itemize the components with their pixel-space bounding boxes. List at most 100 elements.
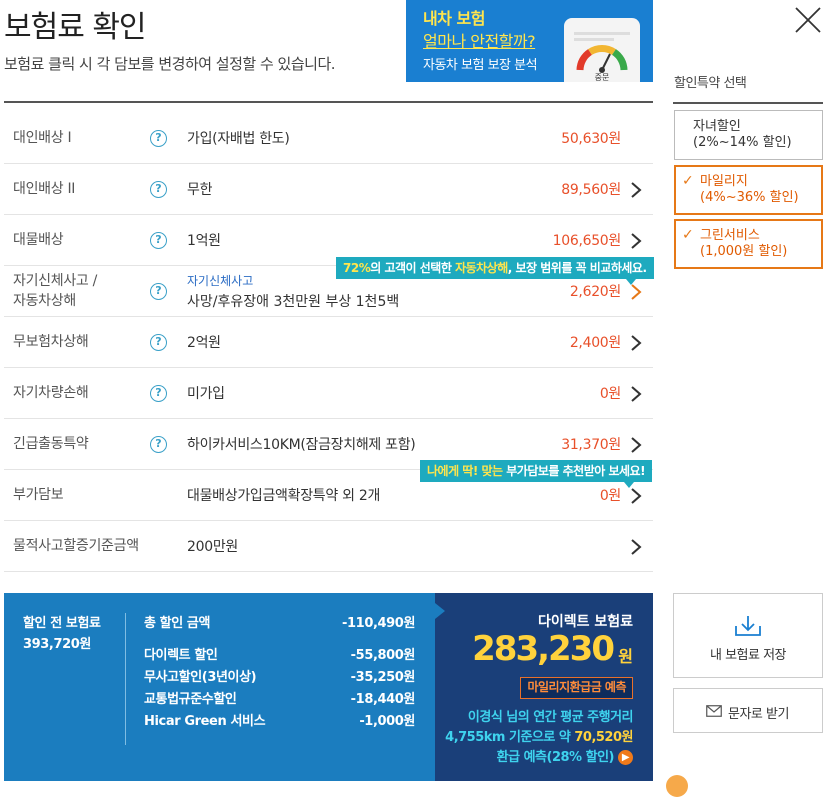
total-discount-value: -110,490원 xyxy=(342,616,415,631)
tooltip-highlight: 나에게 딱! 맞는 xyxy=(427,464,503,478)
coverage-value: 무한 xyxy=(187,182,213,198)
coverage-value: 대물배상가입금액확장특약 외 2개 xyxy=(187,488,381,504)
summary-divider xyxy=(125,613,126,745)
refund-note-line-1: 이경식 님의 연간 평균 주행거리 xyxy=(467,710,634,725)
chevron-right-icon[interactable] xyxy=(629,436,643,454)
before-discount-value: 393,720원 xyxy=(23,637,91,652)
direct-premium-panel: 다이렉트 보험료 283,230 원 마일리지환급금 예측 이경식 님의 연간 … xyxy=(435,593,653,781)
discount-option-mileage[interactable]: ✓ 마일리지 (4%~36% 할인) xyxy=(674,165,823,215)
tooltip-text: 부가담보를 추천받아 보세요! xyxy=(502,464,646,478)
discount-option-label: 그린서비스 xyxy=(700,228,760,243)
discount-item-value: -55,800원 xyxy=(350,648,416,663)
banner-line-3: 자동차 보험 보장 분석 xyxy=(423,58,538,73)
discount-item-label: 무사고할인(3년이상) xyxy=(144,670,257,685)
tooltip-highlight: 자동차상해 xyxy=(455,261,508,275)
coverage-price[interactable]: 89,560원 xyxy=(561,164,621,214)
discount-option-green[interactable]: ✓ 그린서비스 (1,000원 할인) xyxy=(674,219,823,269)
discount-item-label: Hicar Green 서비스 xyxy=(144,714,266,729)
tooltip-auto-injury: 72%의 고객이 선택한 자동차상해, 보장 범위를 꼭 비교하세요. xyxy=(336,257,654,285)
page-title: 보험료 확인 xyxy=(4,10,147,45)
coverage-category: 대물배상 xyxy=(13,232,64,248)
check-icon: ✓ xyxy=(682,227,694,243)
coverage-category: 무보험차상해 xyxy=(13,334,89,350)
coverage-value: 가입(자배법 한도) xyxy=(187,131,290,147)
chevron-right-icon[interactable] xyxy=(629,385,643,403)
save-premium-button[interactable]: 내 보험료 저장 xyxy=(673,593,823,678)
tooltip-highlight: 72% xyxy=(343,261,371,275)
coverage-row[interactable]: 대인배상 II ? 무한 89,560원 xyxy=(4,164,653,215)
total-discount-label: 총 할인 금액 xyxy=(144,616,211,631)
discount-option-rate: (2%~14% 할인) xyxy=(693,135,792,150)
gauge-icon: 중문 xyxy=(574,32,630,82)
chevron-right-icon[interactable] xyxy=(629,181,643,199)
chevron-right-icon[interactable] xyxy=(629,538,643,556)
chevron-right-icon[interactable] xyxy=(629,283,643,301)
coverage-row[interactable]: 자기차량손해 ? 미가입 0원 xyxy=(4,368,653,419)
sms-label: 문자로 받기 xyxy=(728,707,789,722)
refund-note-text: 4,755km 기준으로 약 xyxy=(445,730,575,745)
help-icon[interactable]: ? xyxy=(150,232,167,249)
gauge-label: 중문 xyxy=(595,73,610,82)
discount-summary-panel: 할인 전 보험료 393,720원 총 할인 금액 -110,490원 다이렉트… xyxy=(4,593,435,781)
discount-heading: 할인특약 선택 xyxy=(674,76,747,91)
coverage-category-line: 자동차상해 xyxy=(13,293,76,309)
tooltip-text: , 보장 범위를 꼭 비교하세요. xyxy=(507,261,647,275)
chevron-right-icon[interactable] xyxy=(629,334,643,352)
coverage-category: 긴급출동특약 xyxy=(13,436,89,452)
tooltip-add-on: 나에게 딱! 맞는 부가담보를 추천받아 보세요! xyxy=(420,460,653,488)
coverage-price[interactable]: 0원 xyxy=(600,368,621,418)
coverage-row[interactable]: 물적사고할증기준금액 200만원 xyxy=(4,521,653,572)
direct-premium-amount: 283,230 xyxy=(472,629,615,669)
coverage-row[interactable]: 대인배상 Ⅰ ? 가입(자배법 한도) 50,630원 xyxy=(4,113,653,164)
discount-divider xyxy=(673,102,823,104)
coverage-value: 2억원 xyxy=(187,335,221,351)
help-icon[interactable]: ? xyxy=(150,436,167,453)
floating-badge-icon[interactable] xyxy=(666,775,688,797)
discount-option-label: 자녀할인 xyxy=(693,119,741,134)
coverage-price[interactable]: 2,400원 xyxy=(570,317,621,367)
banner-line-2: 얼마나 안전할까? xyxy=(423,32,536,51)
mileage-refund-button[interactable]: 마일리지환급금 예측 xyxy=(520,677,633,699)
refund-note-line-3[interactable]: 환급 예측(28% 할인) ▶ xyxy=(497,746,633,765)
coverage-price[interactable]: 50,630원 xyxy=(561,113,621,163)
download-icon xyxy=(735,616,761,636)
chevron-right-icon[interactable] xyxy=(629,487,643,505)
chevron-right-icon[interactable] xyxy=(629,232,643,250)
discount-option-child[interactable]: 자녀할인 (2%~14% 할인) xyxy=(674,110,823,160)
tooltip-text: 의 고객이 선택한 xyxy=(370,261,456,275)
discount-option-rate: (1,000원 할인) xyxy=(700,244,788,259)
coverage-value: 사망/후유장애 3천만원 부상 1천5백 xyxy=(187,294,400,310)
banner-line-1: 내차 보험 xyxy=(423,9,485,28)
coverage-category: 자기신체사고 / 자동차상해 xyxy=(13,266,97,316)
help-icon[interactable]: ? xyxy=(150,334,167,351)
coverage-value: 1억원 xyxy=(187,233,221,249)
coverage-category-line: 자기신체사고 / xyxy=(13,273,98,289)
coverage-value: 200만원 xyxy=(187,539,238,555)
discount-item-label: 다이렉트 할인 xyxy=(144,648,218,663)
coverage-analysis-banner[interactable]: 내차 보험 얼마나 안전할까? 자동차 보험 보장 분석 중문 xyxy=(406,0,653,82)
arrow-circle-icon[interactable]: ▶ xyxy=(618,750,633,765)
help-icon[interactable]: ? xyxy=(150,181,167,198)
refund-note-text: 환급 예측(28% 할인) xyxy=(496,750,615,765)
help-icon[interactable]: ? xyxy=(150,130,167,147)
close-icon[interactable] xyxy=(793,5,823,35)
gauge-card: 중문 xyxy=(564,18,640,82)
check-icon: ✓ xyxy=(682,173,694,189)
discount-item-value: -18,440원 xyxy=(350,692,416,707)
discount-option-rate: (4%~36% 할인) xyxy=(700,190,799,205)
coverage-category: 자기차량손해 xyxy=(13,385,89,401)
discount-item-value: -35,250원 xyxy=(350,670,416,685)
coverage-subtype: 자기신체사고 xyxy=(187,274,254,288)
help-icon[interactable]: ? xyxy=(150,283,167,300)
save-premium-label: 내 보험료 저장 xyxy=(709,648,787,663)
discount-option-label: 마일리지 xyxy=(700,174,748,189)
discount-item-label: 교통법규준수할인 xyxy=(144,692,237,707)
coverage-row[interactable]: 무보험차상해 ? 2억원 2,400원 xyxy=(4,317,653,368)
coverage-category: 물적사고할증기준금액 xyxy=(13,538,139,554)
discount-item-value: -1,000원 xyxy=(359,714,415,729)
direct-premium-label: 다이렉트 보험료 xyxy=(537,614,633,630)
help-icon[interactable]: ? xyxy=(150,385,167,402)
table-top-border xyxy=(4,101,653,103)
coverage-category: 대인배상 Ⅰ xyxy=(13,130,72,146)
sms-button[interactable]: 문자로 받기 xyxy=(673,688,823,733)
